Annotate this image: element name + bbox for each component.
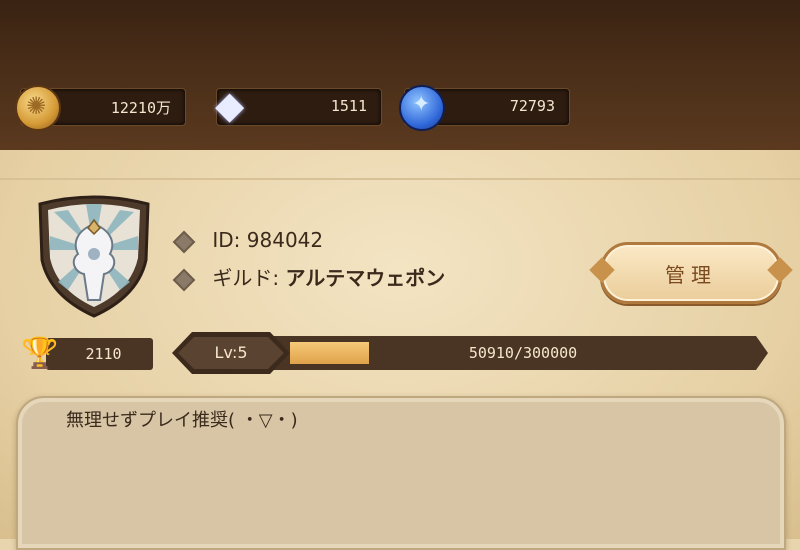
exp-text: 50910/300000 <box>468 344 578 362</box>
token-currency-display[interactable]: 72793 <box>399 85 570 131</box>
profile-message: 無理せずプレイ推奨( ・▽・) <box>66 410 298 431</box>
trophy-icon: 🏆 <box>21 336 59 371</box>
guild-emblem-icon[interactable] <box>34 190 154 318</box>
trophy-count: 2110 🏆 <box>20 336 153 372</box>
experience-bar: 50910/300000 Lv:5 <box>172 332 772 374</box>
level-badge: Lv:5 <box>172 332 290 374</box>
diamond-bullet-icon <box>172 268 196 291</box>
diamond-bullet-icon <box>172 230 196 253</box>
divider <box>0 178 800 180</box>
trophy-value: 2110 <box>46 338 153 370</box>
level-label: Lv:5 <box>178 337 284 369</box>
guild-row: ギルド: アルテマウェポン <box>172 262 446 291</box>
blue-token-icon <box>399 85 445 131</box>
gem-value: 1511 <box>330 97 367 115</box>
token-value: 72793 <box>509 97 555 115</box>
gem-currency-display[interactable]: 1511 <box>215 83 382 127</box>
manage-button-label: 管理 <box>665 262 717 287</box>
diamond-icon <box>211 83 253 127</box>
top-header-bar <box>0 0 800 164</box>
player-id-row: ID: 984042 <box>172 228 324 253</box>
gold-value: 12210万 <box>110 99 171 117</box>
profile-message-box[interactable]: 無理せずプレイ推奨( ・▽・) <box>16 396 786 550</box>
gold-currency-display[interactable]: 12210万 <box>15 85 186 131</box>
gold-coin-icon <box>15 85 61 131</box>
id-label: ID: <box>212 228 241 252</box>
guild-name: アルテマウェポン <box>285 266 446 290</box>
manage-button[interactable]: 管理 <box>600 242 782 304</box>
id-value: 984042 <box>246 228 324 252</box>
guild-label: ギルド: <box>212 266 280 290</box>
